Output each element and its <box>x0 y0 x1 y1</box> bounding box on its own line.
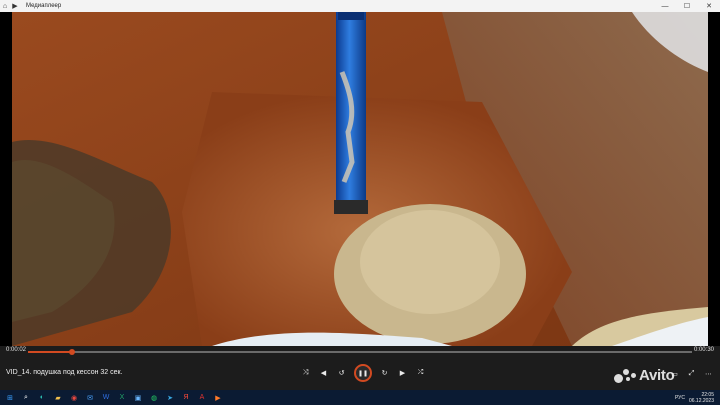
pause-icon[interactable]: ❚❚ <box>354 364 372 382</box>
edge-icon[interactable]: ◐ <box>36 392 48 404</box>
previous-icon[interactable]: ◀ <box>318 368 329 379</box>
window-controls: — ☐ ✕ <box>654 0 720 12</box>
window-title: Медиаплеер <box>26 3 62 9</box>
rewind-icon[interactable]: ↺ <box>336 368 347 379</box>
clock[interactable]: 22:05 06.12.2023 <box>689 392 714 404</box>
forward-icon[interactable]: ↻ <box>379 368 390 379</box>
video-picture <box>12 12 708 346</box>
seek-bar[interactable] <box>28 349 692 355</box>
current-time: 0:00:02 <box>6 347 27 353</box>
back-icon[interactable]: ⌂ <box>0 0 10 12</box>
excel-icon[interactable]: X <box>116 392 128 404</box>
total-time: 0:00:30 <box>693 347 714 353</box>
clock-date: 06.12.2023 <box>688 397 714 404</box>
watermark-text: Avito <box>639 367 675 384</box>
search-icon[interactable]: ⌕ <box>20 392 32 404</box>
yandex-icon[interactable]: Я <box>180 392 192 404</box>
extra-controls: ▭ ⤢ ⋯ <box>669 368 714 379</box>
language-indicator[interactable]: РУС <box>675 395 685 401</box>
word-icon[interactable]: W <box>100 392 112 404</box>
playback-controls: ⤨ ◀ ↺ ❚❚ ↻ ▶ ⤮ <box>300 364 426 382</box>
folder-icon[interactable]: ▰ <box>52 392 64 404</box>
avito-logo-icon <box>614 368 636 384</box>
media-player-icon[interactable]: ▶ <box>212 392 224 404</box>
taskbar-apps: ⊞ ⌕ ◐ ▰ ◉ ✉ W X ▣ ◍ ➤ Я A ▶ <box>0 392 224 404</box>
seek-progress <box>28 351 73 353</box>
video-name: VID_14. подушка под кессон 32 сек. <box>6 369 123 376</box>
control-bar: VID_14. подушка под кессон 32 сек. ⤨ ◀ ↺… <box>0 356 720 390</box>
close-button[interactable]: ✕ <box>698 0 720 12</box>
start-icon[interactable]: ⊞ <box>4 392 16 404</box>
seek-row: 0:00:02 0:00:30 <box>0 346 720 356</box>
mail-icon[interactable]: ✉ <box>84 392 96 404</box>
chrome-icon[interactable]: ◉ <box>68 392 80 404</box>
whatsapp-icon[interactable]: ◍ <box>148 392 160 404</box>
avito-watermark: Avito <box>614 367 675 384</box>
seek-handle[interactable] <box>69 349 76 355</box>
fullscreen-icon[interactable]: ⤢ <box>686 368 697 379</box>
video-frame[interactable] <box>12 12 708 346</box>
app-icon: ▶ <box>12 3 18 10</box>
photos-icon[interactable]: ▣ <box>132 392 144 404</box>
pdf-icon[interactable]: A <box>196 392 208 404</box>
repeat-icon[interactable]: ⤮ <box>415 368 426 379</box>
title-bar: ⌂ ▶ Медиаплеер — ☐ ✕ <box>0 0 720 12</box>
system-tray: РУС 22:05 06.12.2023 <box>675 392 720 404</box>
telegram-icon[interactable]: ➤ <box>164 392 176 404</box>
shuffle-icon[interactable]: ⤨ <box>300 368 311 379</box>
more-icon[interactable]: ⋯ <box>703 368 714 379</box>
maximize-button[interactable]: ☐ <box>676 0 698 12</box>
next-icon[interactable]: ▶ <box>397 368 408 379</box>
minimize-button[interactable]: — <box>654 0 676 12</box>
taskbar: ⊞ ⌕ ◐ ▰ ◉ ✉ W X ▣ ◍ ➤ Я A ▶ РУС 22:05 06.12.2023 <box>0 390 720 405</box>
